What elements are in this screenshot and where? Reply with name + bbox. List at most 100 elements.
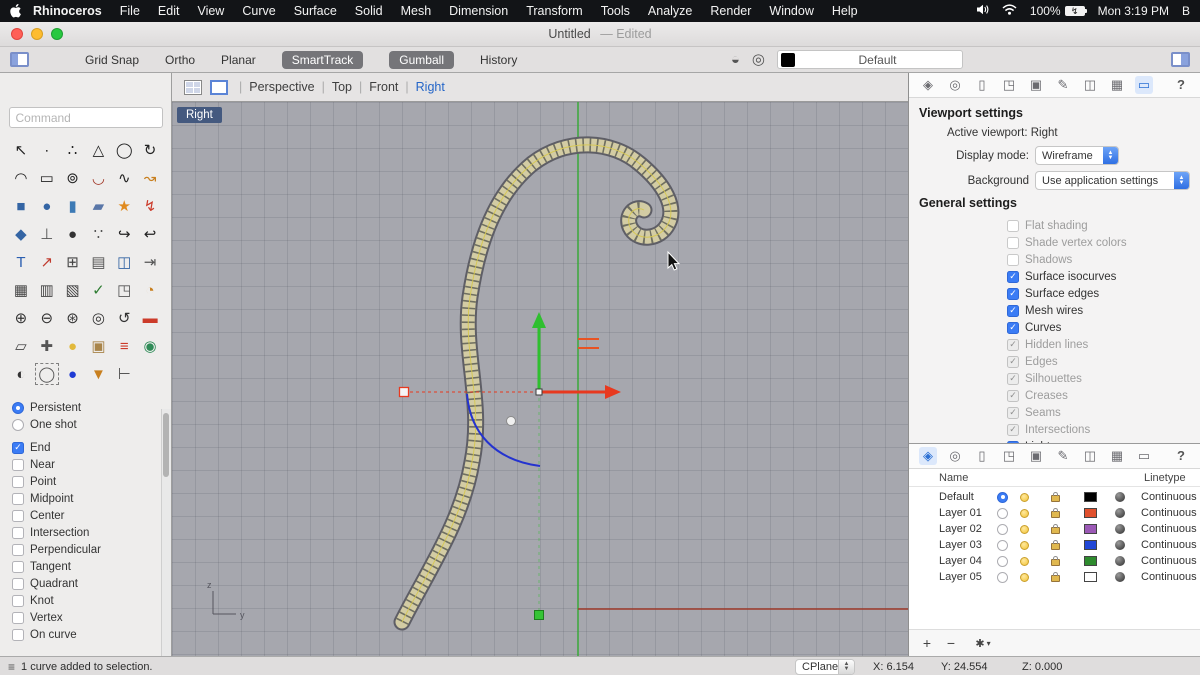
apple-menu-icon[interactable] [10, 4, 22, 18]
toolbar-toggle-gumball[interactable]: Gumball [389, 51, 454, 69]
explode-tool-icon[interactable]: ★ [111, 194, 137, 218]
current-layer-radio[interactable] [997, 540, 1008, 551]
point-cloud-tool-icon[interactable]: ∴ [60, 138, 86, 162]
checkbox-shadows[interactable] [1007, 254, 1019, 266]
vs-materials-panel-icon[interactable]: ✎ [1054, 76, 1072, 94]
osnap-mode-persistent[interactable]: Persistent [12, 399, 171, 416]
gumball-green-arrowhead[interactable] [532, 312, 546, 328]
layer-lock-icon[interactable] [1051, 543, 1060, 550]
layers-display-panel-icon[interactable]: ▭ [1135, 447, 1153, 465]
checkbox-silhouettes[interactable]: ✓ [1007, 373, 1019, 385]
current-layer-field[interactable]: Default [777, 50, 963, 69]
layer-material-icon[interactable] [1115, 508, 1125, 518]
layer-row-layer-05[interactable]: Layer 05Continuous [909, 569, 1200, 585]
current-layer-radio[interactable] [997, 572, 1008, 583]
layer-lock-icon[interactable] [1051, 559, 1060, 566]
gumball-indicator-icon[interactable]: ◒ [731, 52, 740, 67]
toolbar-toggle-grid-snap[interactable]: Grid Snap [85, 53, 139, 67]
vs-help-icon[interactable]: ? [1172, 76, 1190, 94]
menu-surface[interactable]: Surface [285, 4, 346, 18]
vs-properties-panel-icon[interactable]: ◎ [946, 76, 964, 94]
checkbox-quadrant[interactable] [12, 578, 24, 590]
cplane-dropdown[interactable]: CPlane ▲▼ [795, 659, 855, 675]
arc-tool-icon[interactable]: ◠ [8, 166, 34, 190]
toolbar-toggle-history[interactable]: History [480, 53, 517, 67]
checkbox-surface-edges[interactable]: ✓ [1007, 288, 1019, 300]
menu-file[interactable]: File [111, 4, 149, 18]
layer-color-swatch[interactable] [1084, 572, 1097, 582]
layers-help-icon[interactable]: ? [1172, 447, 1190, 465]
menu-rhinoceros[interactable]: Rhinoceros [24, 4, 111, 18]
helix-tool-icon[interactable]: ↝ [137, 166, 163, 190]
layers-layers-panel-icon[interactable]: ◈ [919, 447, 937, 465]
layer-row-default[interactable]: DefaultContinuous [909, 489, 1200, 505]
pin-tool-icon[interactable]: ✚ [34, 334, 60, 358]
tab-front[interactable]: Front [365, 80, 402, 94]
osnap-vertex[interactable]: Vertex [12, 609, 171, 626]
current-layer-radio[interactable] [997, 492, 1008, 503]
orbit-tool-icon[interactable]: ↻ [137, 138, 163, 162]
freeform-curve-tool-icon[interactable]: ∿ [111, 166, 137, 190]
checkbox-surface-isocurves[interactable]: ✓ [1007, 271, 1019, 283]
vs-camera-panel-icon[interactable]: ▣ [1027, 76, 1045, 94]
layers-materials-panel-icon[interactable]: ✎ [1054, 447, 1072, 465]
current-layer-radio[interactable] [997, 524, 1008, 535]
zoom-out-tool-icon[interactable]: ⊖ [34, 306, 60, 330]
blue-sphere-tool-icon[interactable]: ● [60, 362, 86, 386]
layer-row-layer-04[interactable]: Layer 04Continuous [909, 553, 1200, 569]
record-history-icon[interactable]: ◎ [752, 52, 765, 67]
menu-help[interactable]: Help [823, 4, 867, 18]
flag-tool-icon[interactable]: ▼ [86, 362, 112, 386]
layer-options-button[interactable]: ✱ ▾ [965, 634, 1001, 652]
option-silhouettes[interactable]: ✓Silhouettes [1007, 370, 1190, 387]
layer-color-swatch[interactable] [1084, 492, 1097, 502]
right-panel-toggle-icon[interactable] [1171, 52, 1190, 67]
option-seams[interactable]: ✓Seams [1007, 404, 1190, 421]
layer-visibility-icon[interactable] [1020, 493, 1029, 502]
rebuild-tool-icon[interactable]: ↩ [137, 222, 163, 246]
checkbox-near[interactable] [12, 459, 24, 471]
layer-visibility-icon[interactable] [1020, 525, 1029, 534]
layer-visibility-icon[interactable] [1020, 557, 1029, 566]
layer-lock-icon[interactable] [1051, 495, 1060, 502]
layers-grid-options-panel-icon[interactable]: ▦ [1108, 447, 1126, 465]
checkbox-on-curve[interactable] [12, 629, 24, 641]
osnap-intersection[interactable]: Intersection [12, 524, 171, 541]
layer-color-swatch[interactable] [1084, 524, 1097, 534]
checkbox-end[interactable]: ✓ [12, 442, 24, 454]
layer-color-swatch[interactable] [1084, 540, 1097, 550]
gumball-red-arrowhead[interactable] [605, 385, 621, 399]
cylinder-tool-icon[interactable]: ▮ [60, 194, 86, 218]
wedge-tool-icon[interactable]: ◆ [8, 222, 34, 246]
circle-select-tool-icon[interactable]: ◯ [34, 362, 60, 386]
tab-right[interactable]: Right [412, 80, 449, 94]
left-panel-toggle-icon[interactable] [10, 52, 29, 67]
menu-transform[interactable]: Transform [517, 4, 592, 18]
vs-layers-panel-icon[interactable]: ◈ [919, 76, 937, 94]
worldmap-tool-icon[interactable]: ◉ [137, 334, 163, 358]
copy-tool-icon[interactable]: ▤ [86, 250, 112, 274]
volume-icon[interactable] [976, 4, 989, 18]
layer-state-tool-icon[interactable]: ≡ [111, 334, 137, 358]
radio-persistent[interactable] [12, 402, 24, 414]
option-intersections[interactable]: ✓Intersections [1007, 421, 1190, 438]
osnap-point[interactable]: Point [12, 473, 171, 490]
osnap-knot[interactable]: Knot [12, 592, 171, 609]
menu-clock[interactable]: Mon 3:19 PM [1098, 4, 1169, 18]
layers-notes-panel-icon[interactable]: ▯ [973, 447, 991, 465]
rectangle-tool-icon[interactable]: ▭ [34, 166, 60, 190]
box-tool-icon[interactable]: ■ [8, 194, 34, 218]
menu-tools[interactable]: Tools [592, 4, 639, 18]
shade-tool-icon[interactable]: ◐ [8, 362, 34, 386]
gumball-rotate-handle[interactable] [507, 417, 516, 426]
layer-visibility-icon[interactable] [1020, 541, 1029, 550]
battery-status[interactable]: 100% ↯ [1030, 4, 1085, 18]
osnap-mode-one-shot[interactable]: One shot [12, 416, 171, 433]
layer-visibility-icon[interactable] [1020, 509, 1029, 518]
layer-row-layer-03[interactable]: Layer 03Continuous [909, 537, 1200, 553]
gumball-green-anchor[interactable] [535, 611, 544, 620]
curve-tool-icon[interactable]: ◡ [86, 166, 112, 190]
circle-tool-icon[interactable]: ◯ [111, 138, 137, 162]
maximized-viewport-icon[interactable] [210, 80, 228, 95]
menu-view[interactable]: View [188, 4, 233, 18]
